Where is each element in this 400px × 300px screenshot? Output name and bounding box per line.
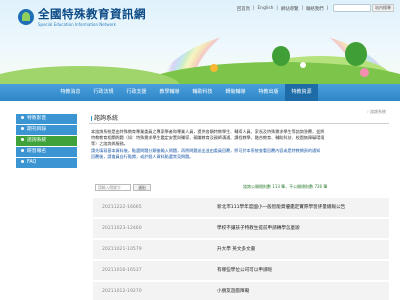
item-title[interactable]: 升大學 英文多文書	[217, 240, 255, 259]
item-id: 20211021-10579	[102, 247, 142, 252]
list-item[interactable]: 20211222-16665 新北市111學年度國小一般智能資優鑑定實際學習評量…	[93, 198, 389, 217]
list-item[interactable]: 20211012-19270 小朋友遊戲障礙	[93, 282, 389, 300]
bullet-icon	[21, 127, 24, 130]
nav-item-news[interactable]: 特教消息	[54, 84, 87, 101]
main-content: › 諮詢系統 諮詢系統 本諮詢系統是由特殊教育專業委員之專家學者和專業人員，提供…	[89, 109, 389, 300]
toplink-separator: |	[326, 6, 328, 11]
list-item[interactable]: 20211021-10579 升大學 英文多文書	[93, 240, 389, 259]
toplink-contact[interactable]: 聯絡我們	[306, 6, 324, 12]
flower-illustration	[300, 62, 306, 68]
nav-item-teaching[interactable]: 教學輔導	[153, 84, 186, 101]
tree-illustration	[272, 46, 290, 66]
tree-illustration	[345, 42, 367, 66]
sidebar-item-consultation[interactable]: 諮詢系統	[16, 136, 77, 146]
header-search-input[interactable]	[333, 4, 371, 12]
sidebar-item-journals[interactable]: 期刊目錄	[16, 125, 77, 135]
main-nav: 特教消息 行政法規 行政支援 教學輔導 輔助科技 轉銜輔導 特教出版 特教資源	[0, 84, 400, 101]
nav-item-publications[interactable]: 特教出版	[252, 84, 285, 101]
sidebar: 特教影音 期刊目錄 諮詢系統 研習報名 FAQ	[16, 114, 77, 169]
nav-item-transition[interactable]: 轉銜輔導	[219, 84, 252, 101]
bullet-icon	[21, 160, 24, 163]
bullet-icon	[21, 138, 24, 141]
consultation-stats: 諮詢公開總則數 113 筆，不公開總則數 726 筆	[243, 184, 328, 189]
item-id: 20211012-19270	[102, 289, 142, 294]
item-title[interactable]: 學校不讓孩子特教生提前申請轉學怎麼辦	[217, 219, 300, 238]
top-links: 回首頁 | English | 網站導覽 | 聯絡我們 |	[237, 6, 328, 12]
header-search-button[interactable]: 站內搜尋	[372, 4, 394, 12]
site-title: 全國特殊教育資訊網	[38, 7, 146, 21]
toplink-separator: |	[301, 6, 303, 11]
nav-item-regulations[interactable]: 行政法規	[87, 84, 120, 101]
sidebar-item-faq[interactable]: FAQ	[16, 158, 77, 168]
site-header: 全國特殊教育資訊網 Special Education Information …	[0, 0, 400, 84]
item-title[interactable]: 有哪些學位公司可以申請呢	[217, 261, 272, 280]
sidebar-item-workshop[interactable]: 研習報名	[16, 147, 77, 157]
sidebar-item-video[interactable]: 特教影音	[16, 114, 77, 124]
site-logo[interactable]: 全國特殊教育資訊網 Special Education Information …	[18, 6, 146, 27]
item-id: 20211023-12460	[102, 226, 142, 231]
flower-illustration	[210, 64, 218, 72]
bullet-icon	[21, 116, 24, 119]
consultation-list: 20211222-16665 新北市111學年度國小一般智能資優鑑定實際學習評量…	[93, 198, 389, 300]
nav-item-resources[interactable]: 特教資源	[285, 84, 318, 101]
list-item[interactable]: 20211023-12460 學校不讓孩子特教生提前申請轉學怎麼辦	[93, 219, 389, 238]
intro-text: 本諮詢系統是由特殊教育專業委員之專家學者和專業人員，提供各類特教學生、輔導人員、…	[89, 129, 389, 160]
bullet-icon	[21, 149, 24, 152]
hill-illustration	[0, 66, 180, 84]
site-subtitle: Special Education Information Network	[38, 22, 116, 27]
intro-line: 回覆後，請會員自行點閱，或於個人資料點選常見問題。	[91, 153, 194, 159]
toplink-english[interactable]: English	[258, 6, 274, 12]
search-submit-button[interactable]: 送出	[133, 184, 151, 191]
logo-icon	[18, 8, 34, 25]
flower-illustration	[360, 68, 369, 77]
toplink-separator: |	[276, 6, 278, 11]
toplink-separator: |	[253, 6, 255, 11]
list-item[interactable]: 20211016-16537 有哪些學位公司可以申請呢	[93, 261, 389, 280]
item-id: 20211016-16537	[102, 268, 142, 273]
nav-item-admin-support[interactable]: 行政支援	[120, 84, 153, 101]
item-title[interactable]: 新北市111學年度國小一般智能資優鑑定實際學習評量總報公告	[217, 198, 345, 217]
search-toolbar: 請輸入關鍵字 送出 諮詢公開總則數 113 筆，不公開總則數 726 筆	[93, 183, 389, 191]
page-title: 諮詢系統	[89, 115, 389, 124]
item-id: 20211222-16665	[102, 205, 142, 210]
toplink-sitemap[interactable]: 網站導覽	[281, 6, 299, 12]
item-title[interactable]: 小朋友遊戲障礙	[217, 282, 249, 300]
toplink-home[interactable]: 回首頁	[237, 6, 250, 12]
keyword-search-input[interactable]: 請輸入關鍵字	[95, 184, 131, 191]
nav-item-assistive-tech[interactable]: 輔助科技	[186, 84, 219, 101]
